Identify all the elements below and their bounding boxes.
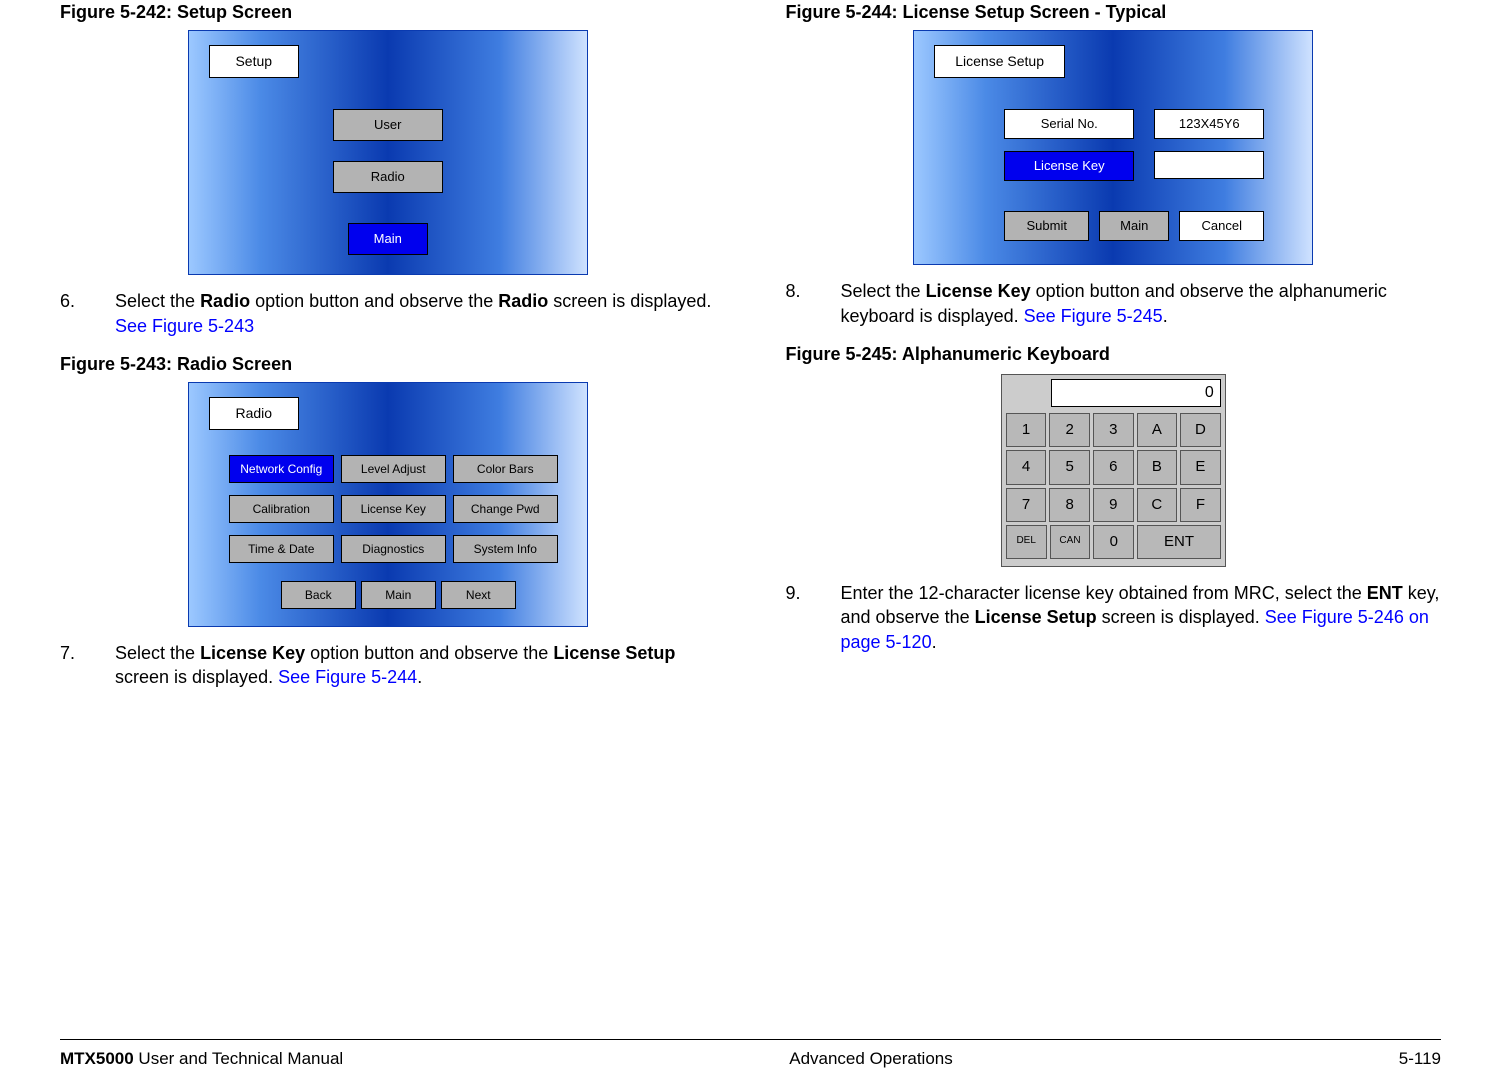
key-8[interactable]: 8 bbox=[1049, 488, 1090, 522]
link-fig-243[interactable]: See Figure 5-243 bbox=[115, 316, 254, 336]
key-B[interactable]: B bbox=[1137, 450, 1178, 484]
key-can[interactable]: CAN bbox=[1050, 525, 1091, 559]
key-6[interactable]: 6 bbox=[1093, 450, 1134, 484]
alphanumeric-keyboard: 0 1 2 3 A D 4 5 6 B E 7 8 bbox=[1001, 374, 1226, 567]
radio-button[interactable]: Radio bbox=[333, 161, 443, 193]
step-7-text: Select the License Key option button and… bbox=[115, 641, 716, 690]
key-C[interactable]: C bbox=[1137, 488, 1178, 522]
serial-no-value: 123X45Y6 bbox=[1154, 109, 1264, 139]
step-7: 7. Select the License Key option button … bbox=[60, 641, 716, 690]
fig-243-caption: Figure 5-243: Radio Screen bbox=[60, 352, 716, 376]
key-7[interactable]: 7 bbox=[1006, 488, 1047, 522]
key-3[interactable]: 3 bbox=[1093, 413, 1134, 447]
network-config-button[interactable]: Network Config bbox=[229, 455, 334, 483]
setup-title: Setup bbox=[209, 45, 299, 78]
radio-title: Radio bbox=[209, 397, 299, 430]
user-button[interactable]: User bbox=[333, 109, 443, 141]
page-footer: MTX5000 User and Technical Manual Advanc… bbox=[60, 1039, 1441, 1071]
link-fig-244[interactable]: See Figure 5-244 bbox=[278, 667, 417, 687]
license-key-button[interactable]: License Key bbox=[341, 495, 446, 523]
cancel-button[interactable]: Cancel bbox=[1179, 211, 1264, 241]
color-bars-button[interactable]: Color Bars bbox=[453, 455, 558, 483]
step-9: 9. Enter the 12-character license key ob… bbox=[786, 581, 1442, 654]
step-6-text: Select the Radio option button and obser… bbox=[115, 289, 716, 338]
diagnostics-button[interactable]: Diagnostics bbox=[341, 535, 446, 563]
key-1[interactable]: 1 bbox=[1006, 413, 1047, 447]
main-button[interactable]: Main bbox=[361, 581, 436, 609]
license-key-label[interactable]: License Key bbox=[1004, 151, 1134, 181]
step-9-text: Enter the 12-character license key obtai… bbox=[841, 581, 1442, 654]
key-A[interactable]: A bbox=[1137, 413, 1178, 447]
license-key-value[interactable] bbox=[1154, 151, 1264, 179]
back-button[interactable]: Back bbox=[281, 581, 356, 609]
change-pwd-button[interactable]: Change Pwd bbox=[453, 495, 558, 523]
radio-screen-panel: Radio Network Config Level Adjust Color … bbox=[188, 382, 588, 627]
level-adjust-button[interactable]: Level Adjust bbox=[341, 455, 446, 483]
key-F[interactable]: F bbox=[1180, 488, 1221, 522]
system-info-button[interactable]: System Info bbox=[453, 535, 558, 563]
submit-button[interactable]: Submit bbox=[1004, 211, 1089, 241]
key-E[interactable]: E bbox=[1180, 450, 1221, 484]
footer-right: 5-119 bbox=[1399, 1048, 1441, 1071]
main-button[interactable]: Main bbox=[1099, 211, 1169, 241]
footer-left: MTX5000 User and Technical Manual bbox=[60, 1048, 343, 1071]
key-del[interactable]: DEL bbox=[1006, 525, 1047, 559]
step-7-num: 7. bbox=[60, 641, 115, 690]
link-fig-245[interactable]: See Figure 5-245 bbox=[1024, 306, 1163, 326]
step-8-num: 8. bbox=[786, 279, 841, 328]
fig-245-caption: Figure 5-245: Alphanumeric Keyboard bbox=[786, 342, 1442, 366]
step-6-num: 6. bbox=[60, 289, 115, 338]
calibration-button[interactable]: Calibration bbox=[229, 495, 334, 523]
step-8-text: Select the License Key option button and… bbox=[841, 279, 1442, 328]
main-button[interactable]: Main bbox=[348, 223, 428, 255]
footer-center: Advanced Operations bbox=[789, 1048, 953, 1071]
serial-no-label: Serial No. bbox=[1004, 109, 1134, 139]
keypad-display: 0 bbox=[1051, 379, 1221, 407]
license-setup-panel: License Setup Serial No. 123X45Y6 Licens… bbox=[913, 30, 1313, 265]
fig-244-caption: Figure 5-244: License Setup Screen - Typ… bbox=[786, 0, 1442, 24]
fig-242-caption: Figure 5-242: Setup Screen bbox=[60, 0, 716, 24]
key-D[interactable]: D bbox=[1180, 413, 1221, 447]
key-4[interactable]: 4 bbox=[1006, 450, 1047, 484]
key-2[interactable]: 2 bbox=[1049, 413, 1090, 447]
setup-screen-panel: Setup User Radio Main bbox=[188, 30, 588, 275]
step-8: 8. Select the License Key option button … bbox=[786, 279, 1442, 328]
key-9[interactable]: 9 bbox=[1093, 488, 1134, 522]
key-5[interactable]: 5 bbox=[1049, 450, 1090, 484]
key-0[interactable]: 0 bbox=[1093, 525, 1134, 559]
step-9-num: 9. bbox=[786, 581, 841, 654]
step-6: 6. Select the Radio option button and ob… bbox=[60, 289, 716, 338]
time-date-button[interactable]: Time & Date bbox=[229, 535, 334, 563]
license-setup-title: License Setup bbox=[934, 45, 1065, 78]
next-button[interactable]: Next bbox=[441, 581, 516, 609]
key-ent[interactable]: ENT bbox=[1137, 525, 1221, 559]
